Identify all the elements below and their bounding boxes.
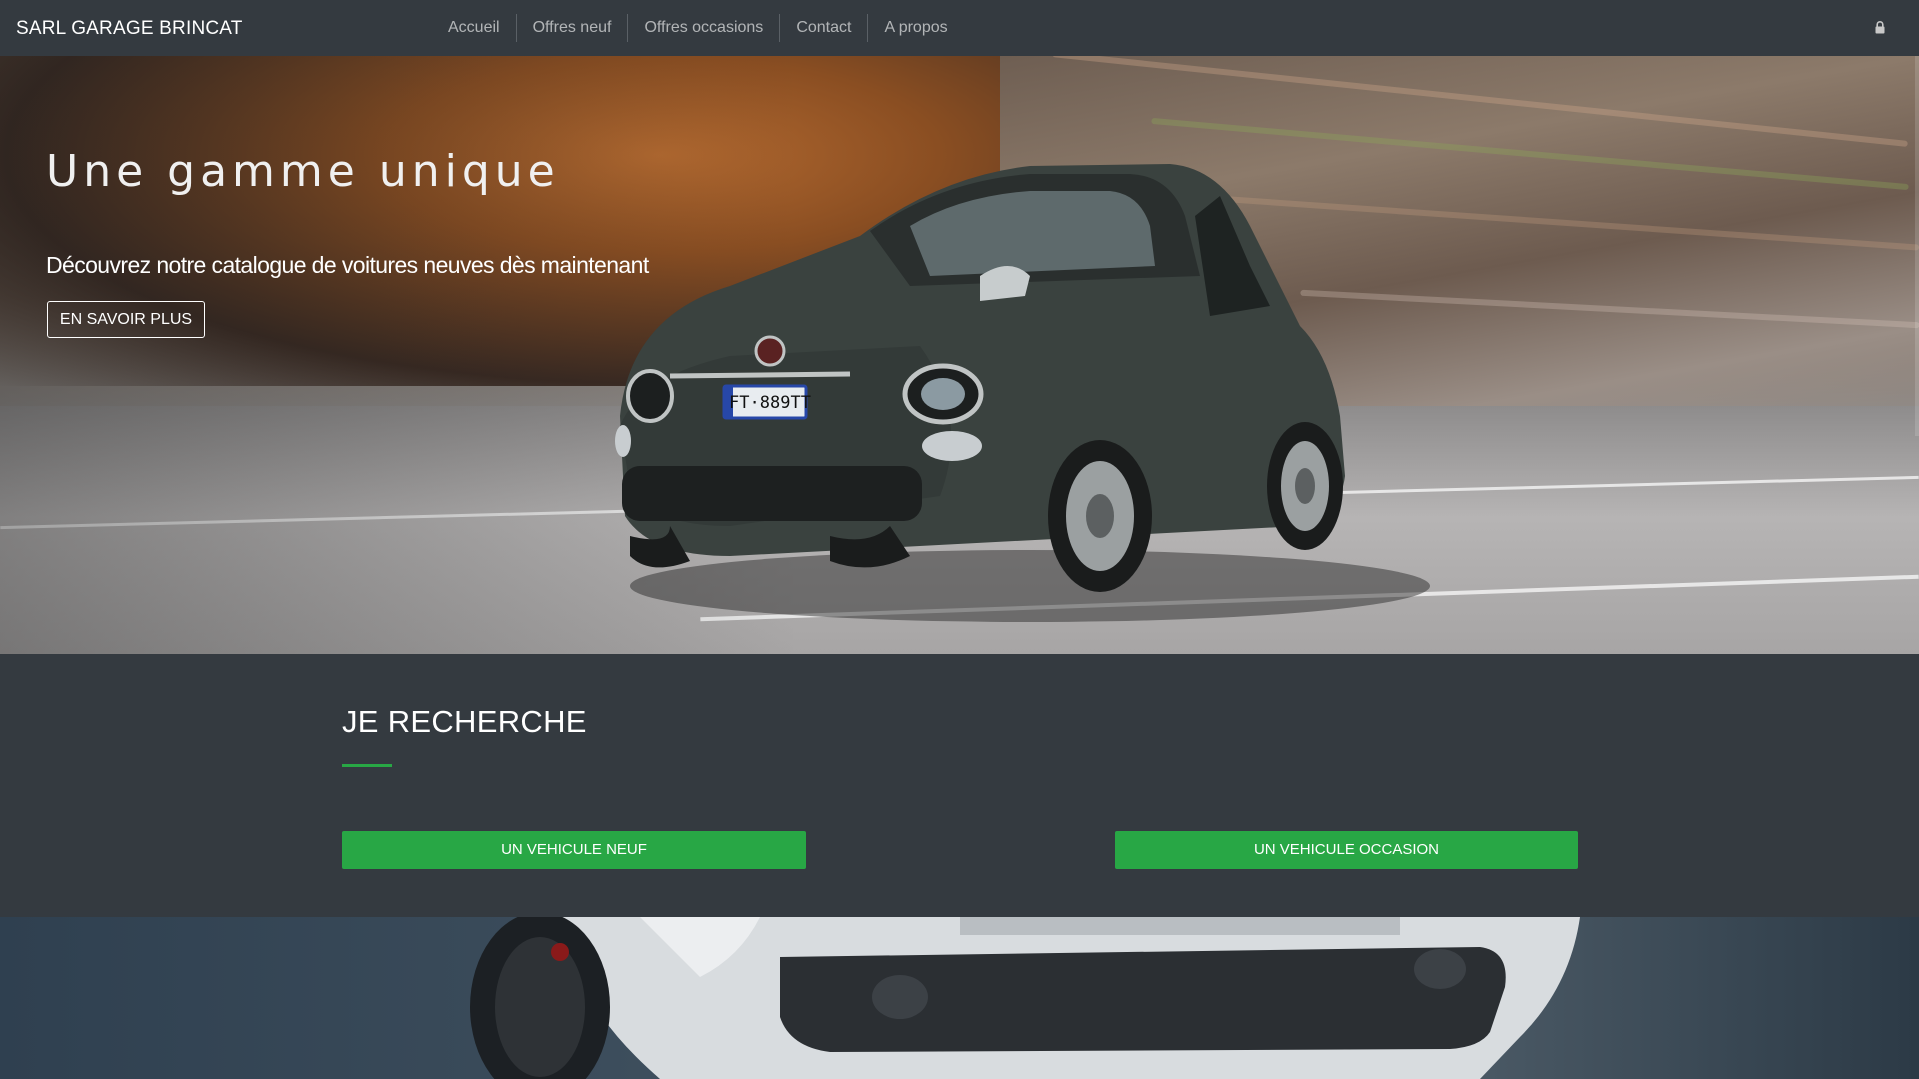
nav-item-offres-neuf[interactable]: Offres neuf [517, 14, 629, 42]
new-vehicle-button[interactable]: UN VEHICULE NEUF [342, 831, 806, 869]
license-plate-text: FT·889TT [729, 393, 811, 413]
hero-subtitle: Découvrez notre catalogue de voitures ne… [46, 252, 649, 278]
used-vehicle-button[interactable]: UN VEHICULE OCCASION [1115, 831, 1578, 869]
navbar: SARL GARAGE BRINCAT Accueil Offres neuf … [0, 0, 1919, 56]
nav-item-accueil[interactable]: Accueil [432, 14, 517, 42]
learn-more-button[interactable]: EN SAVOIR PLUS [47, 301, 205, 338]
title-underline [342, 764, 392, 767]
bottom-banner-image [0, 917, 1919, 1079]
nav-menu: Accueil Offres neuf Offres occasions Con… [432, 0, 964, 56]
hero-title: Une gamme unique [46, 146, 560, 197]
brand-logo[interactable]: SARL GARAGE BRINCAT [16, 0, 243, 56]
nav-item-contact[interactable]: Contact [780, 14, 869, 42]
section-title: JE RECHERCHE [342, 704, 587, 739]
scrollbar[interactable] [1915, 56, 1919, 436]
nav-item-a-propos[interactable]: A propos [868, 14, 963, 42]
hero-banner: FT·889TT Une gamme unique Découvrez notr… [0, 56, 1919, 654]
lock-icon[interactable] [1875, 21, 1885, 34]
nav-item-offres-occasions[interactable]: Offres occasions [628, 14, 781, 42]
car-image: FT·889TT [615, 164, 1430, 622]
car-front-image [470, 917, 1580, 1079]
search-section: JE RECHERCHE UN VEHICULE NEUF UN VEHICUL… [0, 654, 1919, 917]
